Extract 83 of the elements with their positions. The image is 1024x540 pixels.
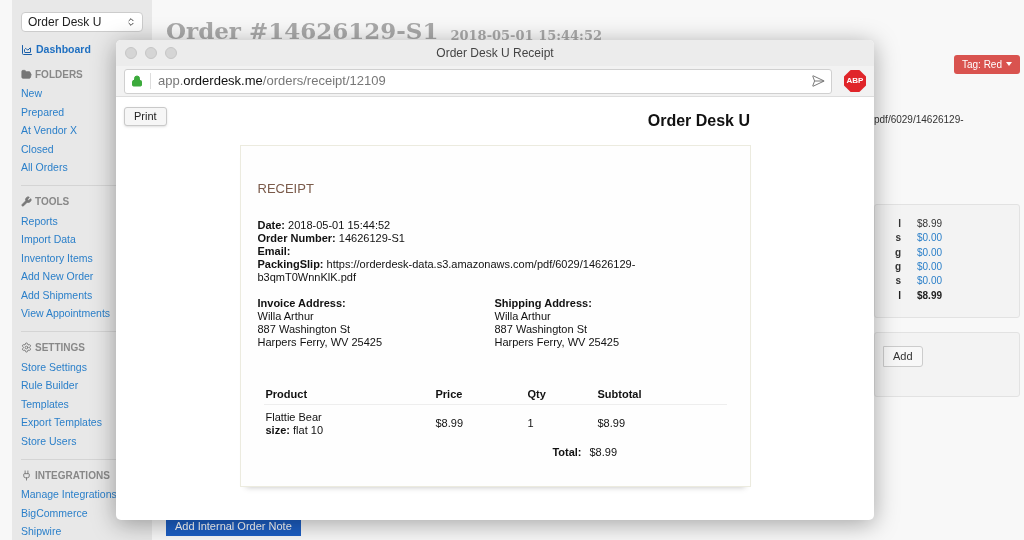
section-heading: INTEGRATIONS — [35, 468, 110, 483]
total-value: $8.99 — [917, 288, 943, 303]
total-label: s — [894, 231, 901, 246]
url-text: app.orderdesk.me/orders/receipt/12109 — [158, 72, 387, 91]
order-date: 2018-05-01 15:44:52 — [450, 27, 602, 45]
address-heading: Shipping Address: — [494, 296, 592, 310]
sidebar-link[interactable]: Rule Builder — [21, 378, 79, 394]
address-line: Harpers Ferry, WV 25425 — [494, 335, 619, 349]
sidebar-link[interactable]: At Vendor X — [21, 123, 78, 139]
table-cell-text: $8.99 — [435, 417, 465, 430]
address-line: Willa Arthur — [257, 309, 314, 323]
sidebar-link[interactable]: Add Shipments — [21, 287, 93, 304]
address-bar[interactable]: app.orderdesk.me/orders/receipt/12109 — [124, 68, 832, 94]
total-value[interactable]: $0.00 — [917, 273, 943, 289]
total-label: g — [893, 245, 901, 260]
send-icon[interactable] — [811, 74, 825, 88]
sidebar-link[interactable]: Templates — [21, 396, 69, 413]
address-line: 887 Washington St — [494, 322, 588, 336]
address-heading: Invoice Address: — [257, 296, 346, 310]
column-header: Price — [435, 386, 464, 402]
address-line: Willa Arthur — [494, 309, 551, 323]
total-value[interactable]: $0.00 — [917, 244, 943, 260]
total-label: Total: — [552, 445, 582, 461]
total-label: l — [897, 217, 901, 232]
address-line: 887 Washington St — [257, 322, 351, 336]
section-heading: FOLDERS — [35, 67, 83, 82]
sidebar-link[interactable]: Manage Integrations — [21, 487, 117, 503]
receipt-detail: Email: — [257, 244, 291, 258]
print-button[interactable]: Print — [124, 107, 167, 126]
adblock-badge[interactable]: ABP — [844, 70, 866, 92]
lock-icon — [131, 75, 143, 87]
folder-icon — [21, 68, 32, 80]
wrench-icon — [21, 196, 32, 208]
order-title: Order #14626129-S1 — [166, 16, 439, 46]
column-header: Qty — [527, 386, 547, 402]
add-button[interactable]: Add — [883, 345, 923, 367]
sidebar-link[interactable]: All Orders — [21, 160, 68, 176]
caret-icon — [1006, 62, 1012, 66]
sidebar-link[interactable]: Store Settings — [21, 359, 87, 376]
total-value: $8.99 — [917, 217, 943, 232]
column-header: Subtotal — [597, 386, 643, 402]
sidebar-link[interactable]: Prepared — [21, 104, 65, 121]
sidebar-link[interactable]: View Appointments — [21, 306, 111, 322]
dashboard-icon — [21, 43, 33, 56]
sidebar-link[interactable]: Store Users — [21, 433, 77, 450]
dashboard-link[interactable]: Dashboard — [36, 42, 91, 58]
settings-icon — [21, 342, 32, 354]
total-label: s — [894, 274, 901, 289]
table-cell-text: $8.99 — [597, 417, 627, 430]
sidebar-link[interactable]: Import Data — [21, 232, 76, 248]
total-value[interactable]: $0.00 — [917, 230, 943, 246]
store-select[interactable]: Order Desk U — [21, 12, 143, 32]
total-label: l — [897, 288, 901, 303]
receipt-detail: Date: 2018-05-01 15:44:52 — [257, 218, 391, 232]
address-line: Harpers Ferry, WV 25425 — [257, 335, 382, 349]
sidebar-link[interactable]: Shipwire — [21, 524, 62, 540]
total-value: $8.99 — [589, 445, 618, 461]
sidebar-link[interactable]: Add New Order — [21, 269, 94, 285]
column-header: Product — [264, 386, 309, 402]
receipt-detail: PackingSlip: https://orderdesk-data.s3.amazonaws.com/pdf/6029/14626129-b3qmT0WnnKlK.pdf — [257, 257, 637, 284]
sidebar-link[interactable]: Inventory Items — [21, 250, 93, 267]
total-value[interactable]: $0.00 — [917, 259, 943, 275]
store-name: Order Desk U — [647, 111, 750, 131]
window-control-icon[interactable] — [125, 47, 137, 59]
window-control-icon[interactable] — [145, 47, 157, 59]
receipt-heading: RECEIPT — [257, 180, 314, 198]
window-title: Order Desk U Receipt — [436, 45, 554, 62]
table-cell-text: 1 — [527, 417, 535, 430]
window-control-icon[interactable] — [165, 47, 177, 59]
section-heading: SETTINGS — [35, 341, 85, 356]
sidebar-link[interactable]: Closed — [21, 141, 54, 158]
plug-icon — [21, 469, 32, 481]
caret-icon — [126, 17, 136, 27]
tag-button[interactable]: Tag: Red — [953, 54, 1020, 74]
product-name: Flattie Bear — [265, 410, 322, 424]
sidebar-link[interactable]: New — [21, 86, 42, 102]
sidebar-link[interactable]: Export Templates — [21, 415, 102, 431]
sidebar-link[interactable]: BigCommerce — [21, 505, 88, 522]
product-option: size: flat 10 — [265, 423, 323, 437]
section-heading: TOOLS — [35, 195, 70, 210]
receipt-detail: Order Number: 14626129-S1 — [257, 231, 405, 245]
sidebar-link[interactable]: Reports — [21, 213, 58, 230]
total-label: g — [893, 260, 901, 275]
